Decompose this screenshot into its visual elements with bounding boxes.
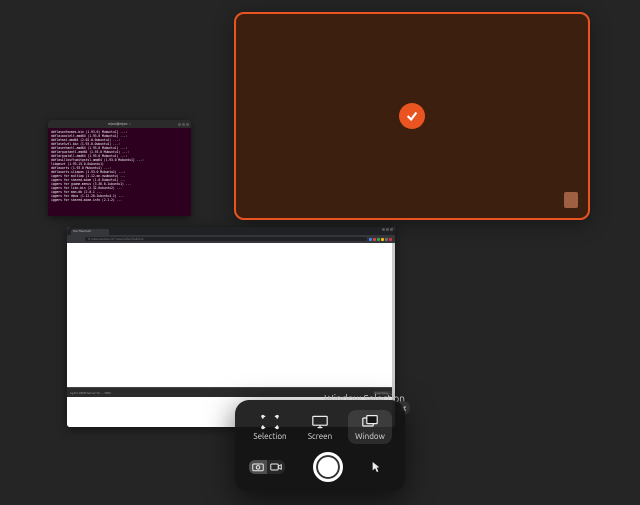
photo-mode-icon[interactable] [249, 460, 267, 474]
window-preview-terminal[interactable]: mjon@mjon: ~ dbflasonfonmes.bin (1.93.0)… [48, 120, 191, 216]
window-controls [178, 123, 189, 126]
capture-button[interactable] [313, 452, 343, 482]
selection-check-icon [399, 103, 425, 129]
browser-extensions [369, 238, 392, 241]
wastebasket-icon [564, 192, 578, 208]
devtools-status: ng for WDM Server 50 → 3000 [70, 391, 111, 395]
terminal-titlebar: mjon@mjon: ~ [48, 120, 191, 128]
show-pointer-toggle[interactable] [369, 460, 383, 474]
terminal-output: dbflasonfonmes.bin (1.93.0) Mubuntu1] ..… [48, 128, 191, 204]
video-mode-icon[interactable] [267, 460, 285, 474]
capture-type-toggle[interactable] [249, 460, 285, 474]
mode-label: Screen [308, 432, 332, 441]
back-icon [70, 238, 73, 241]
forward-icon [75, 238, 78, 241]
selected-window-preview[interactable] [234, 12, 590, 220]
mode-window[interactable]: Window [348, 410, 392, 444]
mode-label: Selection [253, 432, 286, 441]
mode-label: Window [355, 432, 385, 441]
mode-screen[interactable]: Screen [298, 410, 342, 444]
address-bar: ✕ index-ubuntu-20-*-source/bon/build.sh [85, 237, 367, 241]
screenshot-panel: Selection Screen Window [235, 400, 405, 492]
browser-toolbar: ✕ index-ubuntu-20-*-source/bon/build.sh [67, 235, 395, 243]
reload-icon [80, 238, 83, 241]
window-controls [382, 228, 393, 231]
browser-tabstrip: the Theoretic [67, 227, 395, 235]
mode-selection[interactable]: Selection [248, 410, 292, 444]
terminal-title: mjon@mjon: ~ [108, 122, 131, 126]
